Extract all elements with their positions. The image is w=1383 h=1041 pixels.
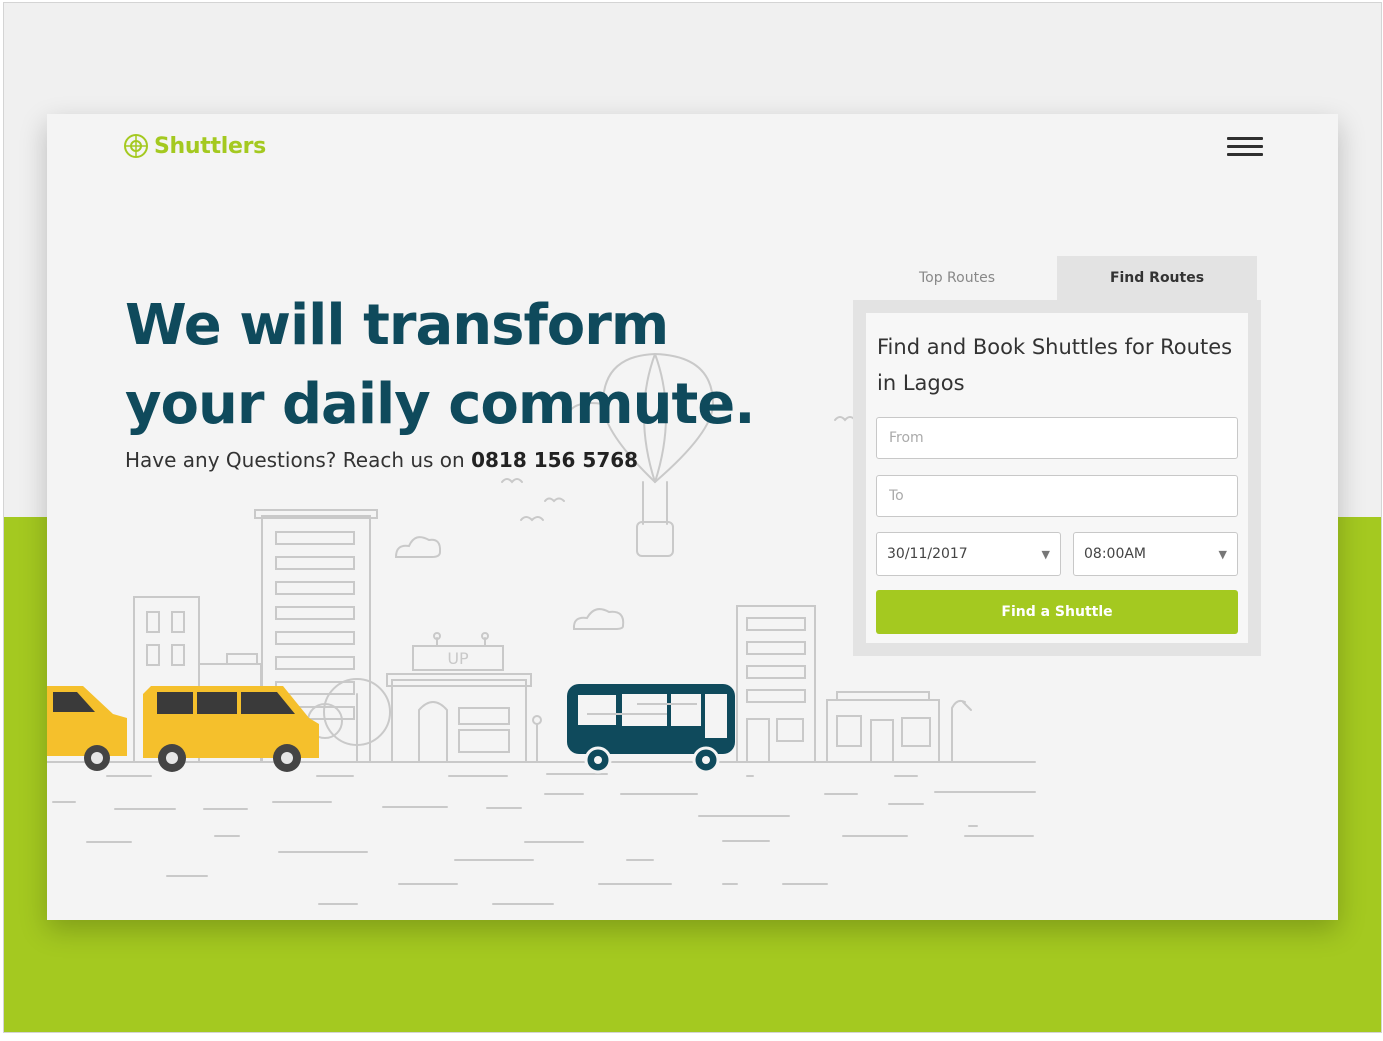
booking-form-title: Find and Book Shuttles for Routes in Lag… xyxy=(877,335,1233,395)
logo-mark-icon xyxy=(124,134,148,158)
brand-logo[interactable]: Shuttlers xyxy=(122,132,266,160)
browser-frame: Shuttlers UP We will transform your dail… xyxy=(3,2,1382,1033)
hero-headline: We will transform your daily commute. xyxy=(125,293,755,437)
landing-page-card: Shuttlers UP We will transform your dail… xyxy=(47,114,1338,920)
time-select[interactable]: 08:00AM ▼ xyxy=(1073,532,1238,576)
tab-find-routes[interactable]: Find Routes xyxy=(1057,256,1257,300)
booking-form-container: Find and Book Shuttles for Routes in Lag… xyxy=(853,300,1261,656)
tall-building-illustration xyxy=(254,509,378,763)
chevron-down-icon: ▼ xyxy=(1041,547,1050,561)
hero-contact-line: Have any Questions? Reach us on 0818 156… xyxy=(125,448,638,472)
hero-phone-number[interactable]: 0818 156 5768 xyxy=(471,448,638,472)
find-shuttle-button[interactable]: Find a Shuttle xyxy=(876,590,1238,634)
chevron-down-icon: ▼ xyxy=(1218,547,1227,561)
left-building-illustration xyxy=(133,596,262,763)
tab-top-routes[interactable]: Top Routes xyxy=(857,256,1057,300)
shop-sign-text: UP xyxy=(447,649,469,668)
from-input[interactable] xyxy=(876,417,1238,459)
bus-illustration xyxy=(567,684,735,774)
booking-form: Find and Book Shuttles for Routes in Lag… xyxy=(866,313,1248,643)
taxi-cars-illustration xyxy=(47,686,319,772)
brand-name: Shuttlers xyxy=(154,133,266,159)
booking-panel: Top Routes Find Routes Find and Book Shu… xyxy=(853,256,1261,656)
low-building-illustration xyxy=(826,691,972,763)
date-select-value: 30/11/2017 xyxy=(887,546,968,562)
hamburger-menu-icon[interactable] xyxy=(1227,132,1263,162)
right-building-illustration xyxy=(736,605,816,763)
shop-illustration xyxy=(386,632,542,763)
date-select[interactable]: 30/11/2017 ▼ xyxy=(876,532,1061,576)
to-input[interactable] xyxy=(876,475,1238,517)
hero-contact-text: Have any Questions? Reach us on xyxy=(125,448,465,472)
time-select-value: 08:00AM xyxy=(1084,546,1147,562)
